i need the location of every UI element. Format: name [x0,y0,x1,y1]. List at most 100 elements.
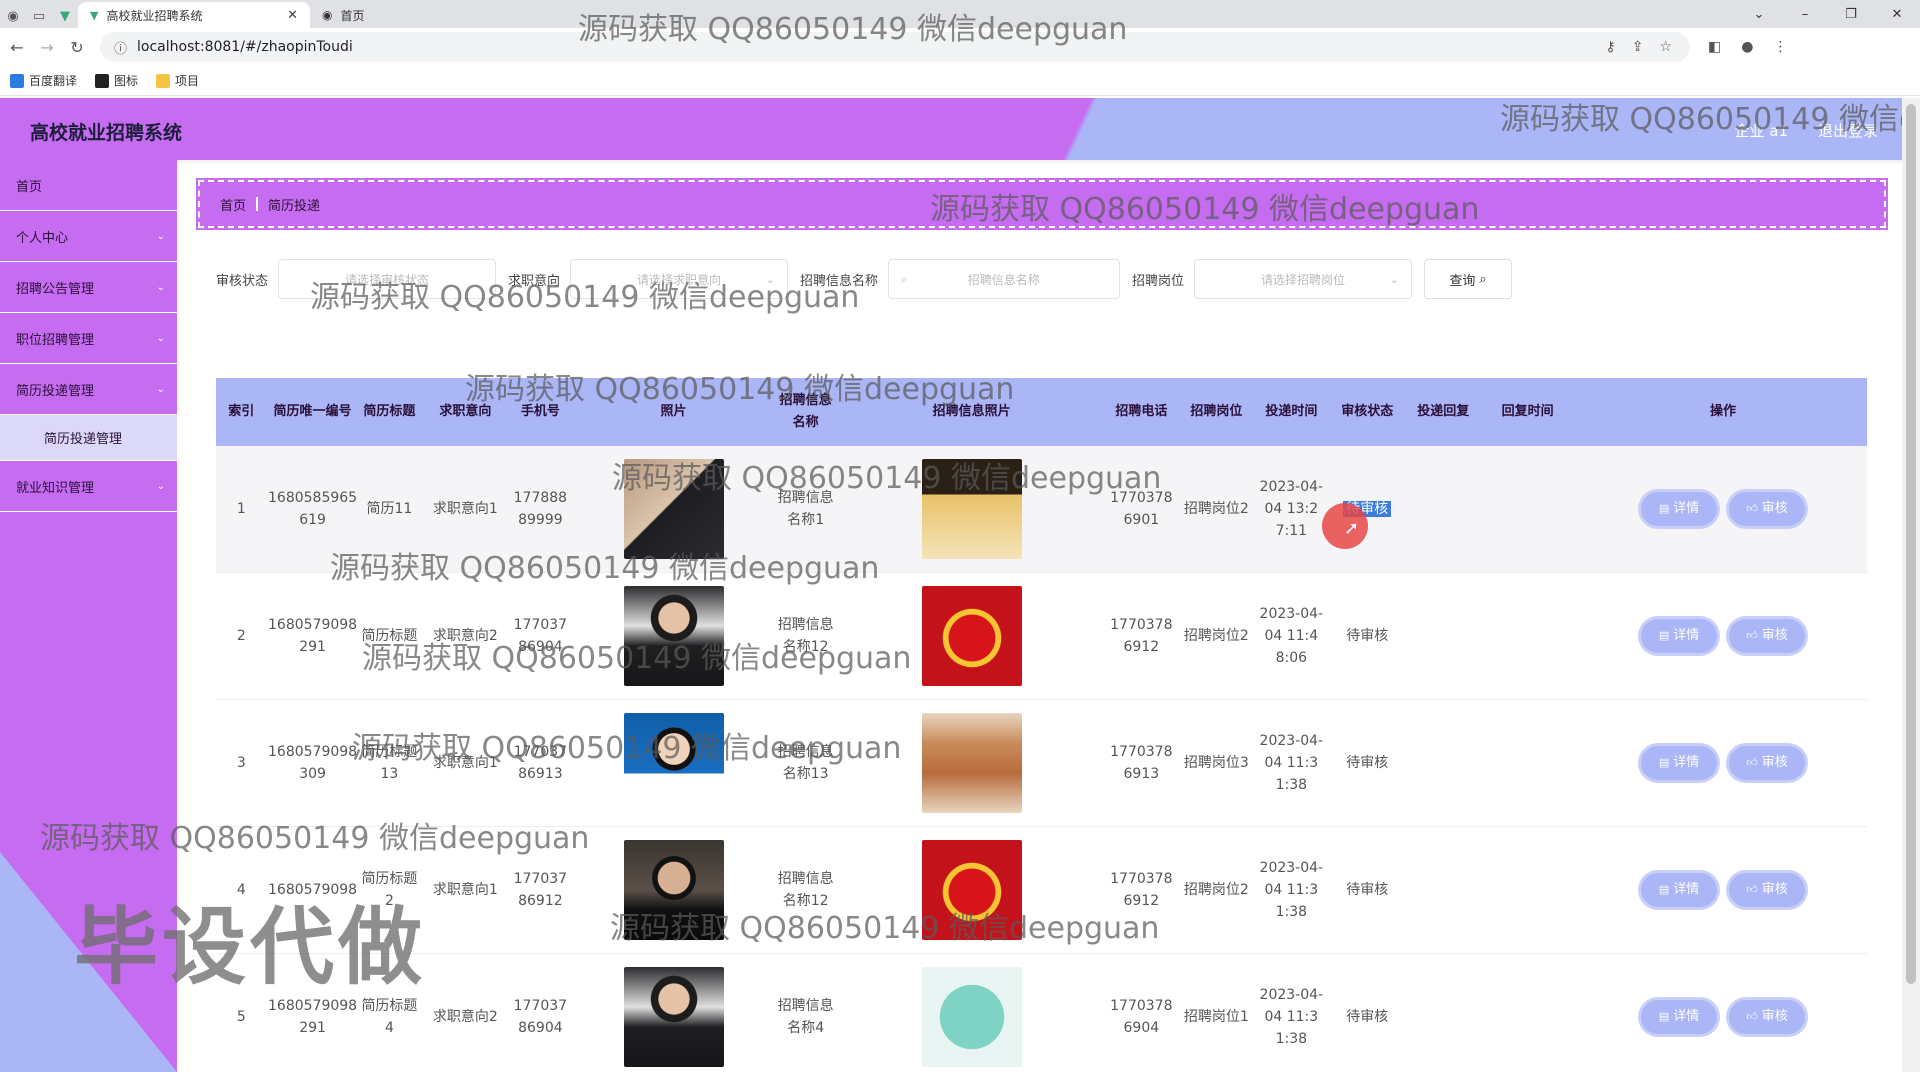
cell-text: 求职意向1 [432,755,498,771]
column-header: 招聘电话 [1115,404,1168,419]
sidebar-item-home[interactable]: 首页 [0,160,177,211]
thumb-up-icon: 👍︎ [1746,1010,1758,1023]
cell-text: 3 [236,755,246,771]
bookmark-item[interactable]: 图标 [95,72,138,89]
cell-text: 待审核 [1346,628,1389,644]
restore-icon[interactable]: ❐ [1828,7,1874,22]
audit-button[interactable]: 👍︎ 审核 [1729,873,1806,907]
column-header: 招聘信息照片 [932,404,1011,419]
button-label: 详情 [1673,1009,1700,1024]
detail-button[interactable]: ▤ 详情 [1641,1000,1718,1034]
cell-text: 17703786904 [513,998,568,1036]
url-input[interactable]: ⓘ localhost:8081/#/zhaopinToudi ⚷ ⇪ ☆ [100,32,1690,62]
audit-button[interactable]: 👍︎ 审核 [1729,619,1806,653]
cell-text: 简历标题13 [361,744,418,782]
photo-cell [570,459,776,559]
resume-photo[interactable] [623,459,724,559]
sidebar-subitem-resumes[interactable]: 简历投递管理 [0,415,177,461]
query-button[interactable]: 查询 ⌕ [1424,259,1513,299]
resume-photo[interactable] [623,967,724,1067]
resume-photo[interactable] [623,713,724,813]
cell-index: 5 [216,1006,267,1028]
cell-phone: 17703786904 [510,614,570,658]
operation-buttons: ▤ 详情 👍︎ 审核 [1579,873,1867,907]
sidebar-item-label: 招聘公告管理 [16,281,95,297]
bookmark-item[interactable]: 百度翻译 [10,72,77,89]
detail-button[interactable]: ▤ 详情 [1641,873,1718,907]
cell-time: 2023-04-04 11:31:38 [1259,730,1325,796]
page-scrollbar[interactable] [1902,98,1920,1072]
close-icon[interactable]: ✕ [287,8,298,23]
resume-photo[interactable] [623,840,724,940]
status-select[interactable]: 请选择审核状态 [278,259,497,299]
menu-icon[interactable]: ⋮ [1773,39,1787,55]
cell-text: 招聘岗位1 [1183,1009,1249,1025]
star-icon[interactable]: ☆ [1659,39,1672,55]
breadcrumb: 首页 简历投递 [196,178,1888,230]
minimize-icon[interactable]: – [1782,7,1828,22]
breadcrumb-home[interactable]: 首页 [220,195,246,214]
chevron-down-icon: ⌄ [765,272,776,286]
chevron-down-icon[interactable]: ⌄ [1736,7,1782,22]
tab-inactive[interactable]: ◉ 首页 [310,2,540,28]
bookmark-item[interactable]: 项目 [156,72,199,89]
audit-button[interactable]: 👍︎ 审核 [1729,746,1806,780]
sidebar-item-jobs[interactable]: 职位招聘管理 ⌄ [0,313,177,364]
sidebar-item-label: 个人中心 [16,230,69,246]
job-poster-image[interactable] [921,713,1022,813]
job-poster-image[interactable] [921,967,1022,1067]
thumb-up-icon: 👍︎ [1746,883,1758,896]
sidebar-item-profile[interactable]: 个人中心 ⌄ [0,211,177,262]
sidebar-item-announcements[interactable]: 招聘公告管理 ⌄ [0,262,177,313]
document-icon: ▤ [1658,756,1670,769]
cell-job-name: 招聘信息名称1 [777,487,835,531]
post-placeholder: 请选择招聘岗位 [1261,272,1346,287]
globe-icon[interactable]: ◉ [0,4,26,28]
cell-text: 招聘岗位3 [1183,755,1249,771]
audit-button[interactable]: 👍︎ 审核 [1729,492,1806,526]
table-row: 2 1680579098291 简历标题 求职意向2 17703786904 招聘信息名称… [216,573,1867,700]
cell-text: 待审核 [1346,882,1389,898]
scrollbar-thumb[interactable] [1906,104,1916,984]
info-icon[interactable]: ⓘ [114,38,127,57]
table-row: 4 1680579098 简历标题2 求职意向1 17703786912 招聘信息名称12… [216,827,1867,954]
job-poster-image[interactable] [921,459,1022,559]
job-poster-image[interactable] [921,840,1022,940]
back-icon[interactable]: ← [4,38,30,57]
close-window-icon[interactable]: ✕ [1874,7,1920,22]
sidebar-item-resumes[interactable]: 简历投递管理 ⌄ [0,364,177,415]
column-header: 照片 [660,404,687,419]
job-poster-image[interactable] [921,586,1022,686]
resume-photo[interactable] [623,586,724,686]
cell-text: 招聘信息名称12 [777,617,834,655]
sidebar-item-knowledge[interactable]: 就业知识管理 ⌄ [0,461,177,512]
vue-icon[interactable]: ▼ [52,4,78,28]
audit-button[interactable]: 👍︎ 审核 [1729,1000,1806,1034]
folder-icon [156,73,171,88]
forward-icon[interactable]: → [34,38,60,57]
cell-text: 17703786912 [1110,617,1173,655]
button-label: 审核 [1761,1009,1788,1024]
cell-status: 待审核 [1324,1006,1410,1028]
name-search-input[interactable]: ⌕ 招聘信息名称 [888,259,1121,299]
share-icon[interactable]: ⇪ [1632,39,1644,55]
column-header: 索引 [228,404,255,419]
logout-link[interactable]: 退出登录 [1818,120,1878,141]
cell-post: 招聘岗位2 [1174,625,1258,647]
detail-button[interactable]: ▤ 详情 [1641,746,1718,780]
browser-tabstrip: ◉ ▭ ▼ ▼ 高校就业招聘系统 ✕ ◉ 首页 ⌄ – ❐ ✕ [0,0,1920,28]
reload-icon[interactable]: ↻ [64,38,90,57]
key-icon[interactable]: ⚷ [1605,39,1615,55]
tab-active[interactable]: ▼ 高校就业招聘系统 ✕ [78,2,310,28]
cell-index: 1 [216,498,267,520]
blank-tab-icon[interactable]: ▭ [26,4,52,28]
sidepanel-icon[interactable]: ◧ [1708,39,1721,55]
cell-text: 简历标题4 [361,998,418,1036]
intent-select[interactable]: 请选择求职意向 ⌄ [570,259,789,299]
detail-button[interactable]: ▤ 详情 [1641,492,1718,526]
document-icon: ▤ [1658,502,1670,515]
post-select[interactable]: 请选择招聘岗位 ⌄ [1194,259,1413,299]
cell-text: 17703786913 [1110,744,1173,782]
detail-button[interactable]: ▤ 详情 [1641,619,1718,653]
profile-icon[interactable]: ● [1741,39,1753,55]
